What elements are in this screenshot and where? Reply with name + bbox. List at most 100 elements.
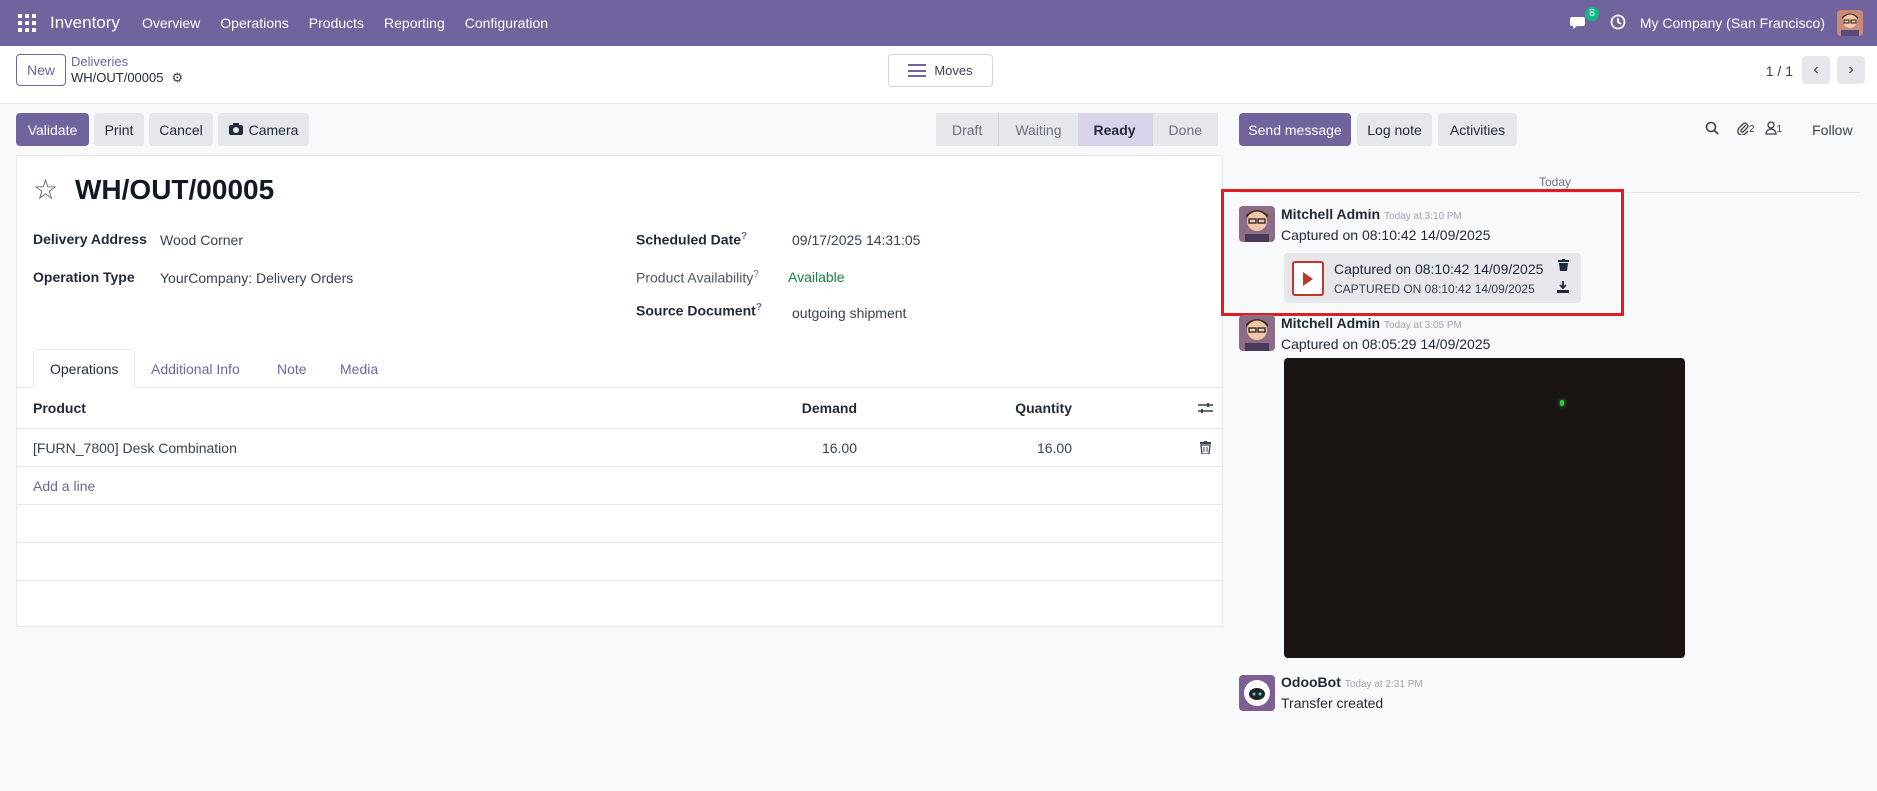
tab-media[interactable]: Media (340, 349, 378, 388)
message-author: OdooBot Today at 2:31 PM (1281, 674, 1423, 690)
new-button[interactable]: New (16, 54, 67, 86)
help-icon[interactable]: ? (741, 231, 747, 242)
attachments-count: 2 (1749, 124, 1755, 135)
table-row-empty (17, 505, 1222, 543)
pager-value[interactable]: 1 / 1 (1766, 63, 1793, 79)
video-preview[interactable] (1284, 358, 1685, 658)
availability-value: Available (788, 269, 845, 285)
camera-label: Camera (248, 121, 299, 138)
table-header: Product Demand Quantity (17, 388, 1222, 429)
clock-icon[interactable] (1610, 14, 1626, 33)
chat-badge: 8 (1585, 7, 1599, 21)
stage-waiting[interactable]: Waiting (998, 113, 1078, 146)
app-name[interactable]: Inventory (50, 13, 120, 33)
notebook-tabs: Operations Additional Info Note Media (17, 349, 1222, 388)
pager-previous-button[interactable]: ‹ (1802, 56, 1830, 84)
star-icon[interactable]: ☆ (33, 176, 58, 204)
control-panel: New Deliveries WH/OUT/00005 ⚙ Moves 1 / … (0, 46, 1877, 104)
menu-operations[interactable]: Operations (220, 15, 288, 31)
record-title: WH/OUT/00005 (75, 174, 275, 205)
table-row-empty (17, 543, 1222, 581)
tab-note[interactable]: Note (277, 349, 307, 388)
chevron-right-icon: › (1848, 61, 1854, 78)
video-light-spot (1560, 400, 1564, 406)
message-body: Captured on 08:05:29 14/09/2025 (1281, 336, 1491, 352)
camera-icon (228, 122, 243, 138)
followers-count: 1 (1776, 124, 1783, 135)
menu-reporting[interactable]: Reporting (384, 15, 445, 31)
help-icon[interactable]: ? (753, 269, 759, 280)
scheduled-date-label-text: Scheduled Date (636, 231, 742, 248)
cell-quantity[interactable]: 16.00 (917, 429, 1072, 466)
highlight-box (1221, 189, 1624, 316)
validate-button[interactable]: Validate (16, 113, 89, 146)
search-icon[interactable] (1705, 121, 1719, 138)
message-author-name[interactable]: Mitchell Admin (1281, 315, 1380, 331)
source-document-field[interactable]: outgoing shipment (792, 305, 906, 321)
user-avatar[interactable] (1837, 10, 1863, 36)
cell-demand[interactable]: 16.00 (717, 429, 857, 466)
stage-draft[interactable]: Draft (936, 113, 999, 146)
breadcrumb: Deliveries WH/OUT/00005 ⚙ (71, 54, 183, 86)
avatar[interactable] (1239, 315, 1275, 351)
gear-icon[interactable]: ⚙ (171, 70, 183, 86)
moves-smart-button[interactable]: Moves (888, 54, 993, 87)
chevron-left-icon: ‹ (1813, 61, 1819, 78)
table-row-add: Add a line (17, 467, 1222, 505)
cell-product[interactable]: [FURN_7800] Desk Combination (33, 429, 237, 466)
followers-icon[interactable] (1764, 121, 1777, 138)
day-label: Today (1535, 175, 1576, 189)
breadcrumb-deliveries[interactable]: Deliveries (71, 54, 183, 70)
tab-additional-info[interactable]: Additional Info (151, 349, 240, 388)
avatar[interactable] (1239, 675, 1275, 711)
message-body: Transfer created (1281, 695, 1384, 711)
source-document-label: Source Document? (636, 302, 762, 319)
delivery-address-field[interactable]: Wood Corner (160, 232, 243, 248)
menu-overview[interactable]: Overview (142, 15, 200, 31)
form-sheet: ☆ WH/OUT/00005 Delivery Address Wood Cor… (16, 155, 1223, 627)
column-quantity[interactable]: Quantity (917, 388, 1072, 428)
breadcrumb-current-label: WH/OUT/00005 (71, 70, 164, 85)
message-author: Mitchell Admin Today at 3:05 PM (1281, 315, 1462, 331)
column-demand[interactable]: Demand (717, 388, 857, 428)
menu-products[interactable]: Products (309, 15, 364, 31)
send-message-button[interactable]: Send message (1239, 113, 1351, 146)
table-row[interactable]: [FURN_7800] Desk Combination 16.00 16.00 (17, 429, 1222, 467)
chat-icon[interactable]: 8 (1569, 7, 1599, 31)
operation-type-label: Operation Type (33, 269, 135, 285)
status-bar: Draft Waiting Ready Done (936, 113, 1219, 146)
menu-configuration[interactable]: Configuration (465, 15, 548, 31)
help-icon[interactable]: ? (756, 302, 762, 313)
cancel-button[interactable]: Cancel (149, 113, 213, 146)
log-note-button[interactable]: Log note (1357, 113, 1432, 146)
message-time: Today at 3:05 PM (1384, 320, 1462, 331)
breadcrumb-current: WH/OUT/00005 ⚙ (71, 70, 183, 86)
operation-type-field[interactable]: YourCompany: Delivery Orders (160, 270, 353, 286)
add-line-link[interactable]: Add a line (33, 467, 95, 504)
source-document-label-text: Source Document (636, 302, 756, 319)
stage-ready[interactable]: Ready (1077, 113, 1152, 146)
scheduled-date-label: Scheduled Date? (636, 231, 747, 248)
scheduled-date-field[interactable]: 09/17/2025 14:31:05 (792, 232, 920, 248)
pager-next-button[interactable]: › (1837, 56, 1865, 84)
operations-table: Product Demand Quantity [FURN_7800] Desk… (17, 388, 1222, 581)
camera-button[interactable]: Camera (218, 113, 309, 146)
trash-icon[interactable] (1200, 429, 1211, 466)
delivery-address-label: Delivery Address (33, 231, 147, 247)
list-icon (908, 64, 927, 77)
apps-grid-icon[interactable] (18, 14, 36, 32)
column-product[interactable]: Product (33, 388, 86, 428)
activities-button[interactable]: Activities (1438, 113, 1517, 146)
company-switcher[interactable]: My Company (San Francisco) (1640, 15, 1825, 31)
stage-done[interactable]: Done (1151, 113, 1219, 146)
sliders-icon[interactable] (1198, 388, 1213, 428)
paperclip-icon[interactable] (1737, 121, 1749, 138)
print-button[interactable]: Print (94, 113, 144, 146)
top-navbar: Inventory Overview Operations Products R… (0, 0, 1877, 46)
message-time: Today at 2:31 PM (1344, 679, 1423, 690)
tab-operations[interactable]: Operations (33, 349, 136, 388)
availability-label: Product Availability? (636, 269, 759, 286)
message-author-name[interactable]: OdooBot (1281, 674, 1341, 690)
availability-label-text: Product Availability (636, 269, 754, 286)
follow-button[interactable]: Follow (1812, 122, 1852, 138)
